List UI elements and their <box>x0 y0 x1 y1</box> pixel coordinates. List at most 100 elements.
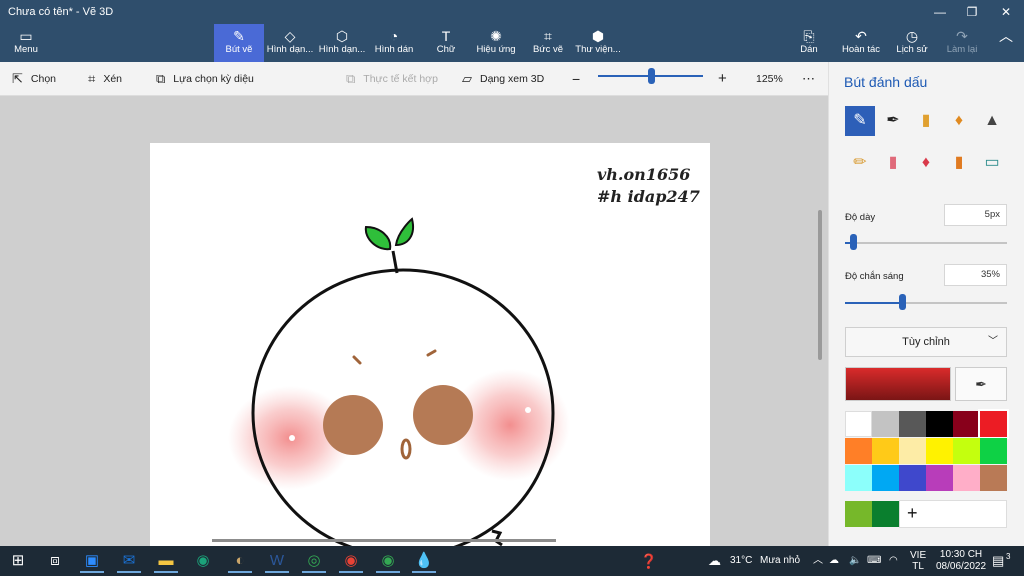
bottom-mark <box>491 529 503 546</box>
palette-swatch[interactable] <box>953 465 980 491</box>
mail-icon[interactable]: ✉ <box>117 549 141 573</box>
collapse-ribbon-button[interactable]: ︿ <box>994 24 1018 62</box>
thickness-input[interactable]: 5px <box>944 204 1007 226</box>
fill-bucket-icon: ▭ <box>984 154 1000 171</box>
menu-button[interactable]: ▭ Menu <box>8 24 44 62</box>
horizontal-scrollbar[interactable] <box>212 539 556 542</box>
crayon-brush-button[interactable]: ♦ <box>911 148 941 178</box>
custom-color-swatch[interactable] <box>872 501 899 527</box>
2d-shapes-icon: ◇ <box>284 28 296 44</box>
custom-color-swatch[interactable] <box>845 501 872 527</box>
palette-swatch[interactable] <box>845 465 872 491</box>
speaker-icon[interactable]: 🔈 <box>849 546 861 576</box>
windows-start-icon[interactable]: ⊞ <box>6 549 30 573</box>
ribbon-tool-text[interactable]: T Chữ <box>422 24 470 62</box>
opacity-slider-thumb[interactable] <box>898 294 906 310</box>
ribbon-tool-3d-shapes[interactable]: ⬡ Hình dạn... <box>318 24 366 62</box>
zoom-slider-thumb[interactable] <box>648 68 655 84</box>
vertical-scrollbar[interactable] <box>818 210 822 360</box>
3d-view-button[interactable]: ▱ Dạng xem 3D <box>462 62 544 96</box>
select-button[interactable]: ⇱ Chọn <box>12 62 56 96</box>
paste-button[interactable]: ⎘ Dán <box>792 24 826 62</box>
keyboard-icon[interactable]: ⌨ <box>867 546 881 576</box>
eraser-brush-button[interactable]: ▮ <box>878 148 908 178</box>
palette-swatch[interactable] <box>926 465 953 491</box>
edge-icon[interactable]: ◉ <box>191 549 215 573</box>
finish-dropdown[interactable]: Tùy chỉnh ﹀ <box>845 327 1007 357</box>
palette-swatch[interactable] <box>845 411 872 437</box>
palette-swatch[interactable] <box>872 411 899 437</box>
clock[interactable]: 10:30 CH 08/06/2022 <box>936 546 986 576</box>
thickness-slider-track[interactable] <box>845 242 1007 244</box>
add-color-button[interactable]: + <box>899 500 1007 528</box>
ribbon-tool-3d-library[interactable]: ⬢ Thư viện... <box>574 24 622 62</box>
calligraphy-pen-brush-button[interactable]: ✒ <box>878 106 908 136</box>
palette-swatch[interactable] <box>899 438 926 464</box>
minimize-button[interactable]: — <box>924 0 956 24</box>
watercolor-brush-brush-button[interactable]: ♦ <box>944 106 974 136</box>
ribbon-tool-canvas[interactable]: ⌗ Bức vẽ <box>524 24 572 62</box>
drawing-canvas[interactable]: vh.on1656 #h idap247 <box>150 143 710 546</box>
palette-swatch[interactable] <box>899 465 926 491</box>
language-indicator[interactable]: VIE TL <box>910 546 926 576</box>
zoom-in-button[interactable]: + <box>718 62 727 96</box>
palette-swatch[interactable] <box>980 465 1007 491</box>
palette-swatch[interactable] <box>953 411 980 437</box>
chrome-icon[interactable]: ◉ <box>339 549 363 573</box>
oil-brush-brush-button[interactable]: ▮ <box>911 106 941 136</box>
zoom-level[interactable]: 125% <box>756 62 783 96</box>
close-button[interactable]: ✕ <box>990 0 1022 24</box>
history-button[interactable]: ◷ Lịch sử <box>893 24 931 62</box>
palette-swatch[interactable] <box>978 409 1009 439</box>
pencil-icon: ✏ <box>853 154 867 171</box>
word-icon[interactable]: W <box>265 549 289 573</box>
help-icon[interactable]: ❓ <box>640 546 657 576</box>
task-view-icon[interactable]: ⧈ <box>43 549 67 573</box>
magic-select-button[interactable]: ⧉ Lựa chọn kỳ diệu <box>156 62 254 96</box>
wifi-icon[interactable]: ◠ <box>889 546 898 576</box>
palette-swatch[interactable] <box>872 465 899 491</box>
palette-swatch[interactable] <box>899 411 926 437</box>
more-options-button[interactable]: ⋯ <box>802 62 815 96</box>
file-explorer-icon[interactable]: ▬ <box>154 549 178 573</box>
palette-swatch[interactable] <box>953 438 980 464</box>
fill-bucket-brush-button[interactable]: ▭ <box>977 148 1007 178</box>
ribbon-tool-2d-shapes[interactable]: ◇ Hình dạn... <box>266 24 314 62</box>
chrome-alt-icon[interactable]: ◎ <box>302 549 326 573</box>
zoom-app-icon[interactable]: ▣ <box>80 549 104 573</box>
spray-can-brush-button[interactable]: ▮ <box>944 148 974 178</box>
ribbon-tool-brush[interactable]: ✎ Bút vẽ <box>214 24 264 62</box>
weather-temp[interactable]: 31°C <box>730 546 752 576</box>
marker-brush-brush-button[interactable]: ✎ <box>845 106 875 136</box>
paint-3d-icon[interactable]: 💧 <box>412 549 436 573</box>
paint-icon[interactable]: ◐ <box>228 549 252 573</box>
weather-icon[interactable]: ☁ <box>708 546 721 576</box>
magic-select-icon: ⧉ <box>156 71 166 87</box>
palette-swatch[interactable] <box>980 438 1007 464</box>
redo-button[interactable]: ↷ Làm lại <box>943 24 981 62</box>
zoom-out-button[interactable]: − <box>572 62 580 96</box>
undo-button[interactable]: ↶ Hoàn tác <box>838 24 884 62</box>
thickness-slider-thumb[interactable] <box>850 234 858 250</box>
notification-center-icon[interactable]: ▤ <box>992 546 1004 576</box>
chevron-up-icon[interactable]: ︿ <box>813 546 823 576</box>
palette-swatch[interactable] <box>926 438 953 464</box>
onedrive-icon[interactable]: ☁ <box>829 546 839 576</box>
pencil-brush-button[interactable]: ✏ <box>845 148 875 178</box>
right-leaf <box>394 217 414 247</box>
palette-swatch[interactable] <box>926 411 953 437</box>
eyedropper-button[interactable]: ✒ <box>955 367 1007 401</box>
current-color-swatch[interactable] <box>845 367 951 401</box>
crop-button[interactable]: ⌗ Xén <box>88 62 122 96</box>
ribbon-tool-effects[interactable]: ✺ Hiệu ứng <box>472 24 520 62</box>
ribbon-tool-stickers[interactable]: ◔ Hình dán <box>370 24 418 62</box>
pixel-pen-brush-button[interactable]: ▲ <box>977 106 1007 136</box>
restore-button[interactable]: ❐ <box>956 0 988 24</box>
opacity-input[interactable]: 35% <box>944 264 1007 286</box>
weather-text[interactable]: Mưa nhỏ <box>760 546 800 576</box>
chrome-profile-icon[interactable]: ◉ <box>376 549 400 573</box>
palette-swatch[interactable] <box>872 438 899 464</box>
palette-swatch[interactable] <box>845 438 872 464</box>
mixed-reality-button[interactable]: ⧉ Thực tế kết hợp <box>346 62 438 96</box>
mixed-reality-icon: ⧉ <box>346 71 356 87</box>
